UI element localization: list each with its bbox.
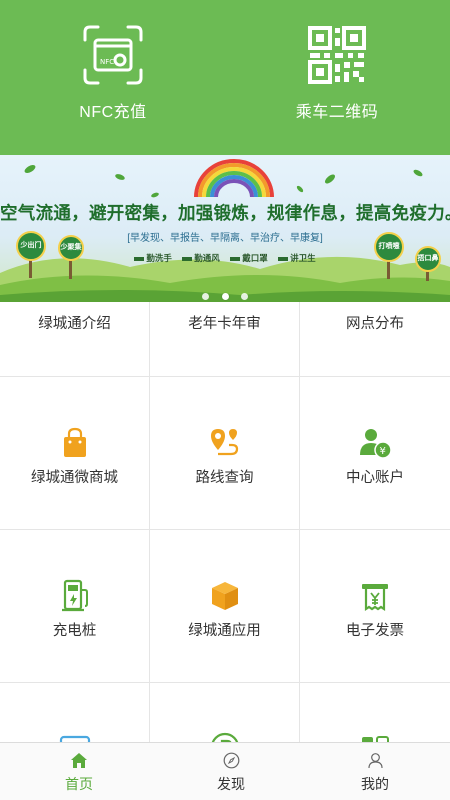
grid-item-label: 老年卡年审 — [188, 316, 261, 332]
grid-item-label: 绿城通应用 — [188, 623, 261, 639]
box-icon — [211, 582, 238, 610]
ride-qr-button[interactable]: 乘车二维码 — [267, 24, 407, 134]
apps-icon — [362, 736, 389, 742]
grid-item-label: 网点分布 — [346, 316, 404, 332]
charging-pile-icon — [61, 579, 88, 612]
qr-code-icon — [308, 26, 366, 84]
tab-mine-label: 我的 — [361, 776, 389, 792]
svg-text:¥: ¥ — [380, 446, 386, 457]
grid-item-label: 绿城通微商城 — [31, 470, 118, 486]
svg-text:NFC: NFC — [100, 58, 114, 66]
tab-mine[interactable]: 我的 — [300, 743, 450, 800]
carousel-indicator — [0, 287, 450, 302]
grid-item-charging-pile[interactable]: 充电桩 — [0, 530, 150, 683]
tab-home[interactable]: 首页 — [4, 743, 154, 800]
banner-slogan: 空气流通，避开密集，加强锻炼，规律作息，提高免疫力。 — [0, 203, 450, 223]
card-icon — [59, 735, 90, 742]
carousel-dot-active[interactable] — [221, 293, 229, 300]
banner-tips: 勤洗手 勤通风 戴口罩 讲卫生 — [0, 252, 450, 264]
tip-item: 讲卫生 — [278, 253, 316, 263]
grid-item-label: 路线查询 — [195, 470, 254, 486]
grid-item-card[interactable] — [0, 683, 150, 742]
grid-item-lvchengtong-intro[interactable]: 绿城通介绍 — [0, 302, 150, 377]
tab-discover[interactable]: 发现 — [156, 743, 306, 800]
account-icon: ¥ — [360, 429, 392, 459]
compass-icon — [223, 752, 239, 769]
invoice-icon — [362, 584, 388, 612]
grid-item-center-account[interactable]: ¥ 中心账户 — [300, 377, 450, 530]
promo-banner[interactable]: 少出门 少聚集 打喷嚏 捂口鼻 空气流通，避开密集，加强锻炼，规律作息，提高免疫… — [0, 155, 450, 302]
grid-item-label: 充电桩 — [52, 623, 97, 639]
banner-subtitle: [早发现、早报告、早隔离、早治疗、早康复] — [127, 233, 323, 244]
shopping-bag-icon — [63, 427, 86, 457]
grid-item-parking[interactable] — [150, 683, 300, 742]
carousel-dot[interactable] — [240, 293, 248, 300]
top-header: NFC NFC充值 乘车二维码 — [0, 0, 450, 155]
carousel-dot[interactable] — [202, 293, 210, 300]
tip-item: 勤洗手 — [134, 253, 172, 263]
grid-item-label: 绿城通介绍 — [38, 316, 111, 332]
grid-item-outlets[interactable]: 网点分布 — [300, 302, 450, 377]
parking-icon — [211, 732, 238, 742]
tab-discover-label: 发现 — [217, 776, 245, 792]
grid-item-label: 电子发票 — [346, 623, 404, 639]
tab-home-label: 首页 — [65, 776, 93, 792]
grid-item-elder-card-review[interactable]: 老年卡年审 — [150, 302, 300, 377]
route-icon — [210, 429, 238, 456]
grid-item-e-invoice[interactable]: 电子发票 — [300, 530, 450, 683]
grid-item-label: 中心账户 — [346, 470, 404, 486]
nfc-recharge-label: NFC充值 — [79, 104, 147, 121]
user-icon — [367, 753, 383, 769]
grid-item-lvchengtong-apps[interactable]: 绿城通应用 — [150, 530, 300, 683]
tip-item: 戴口罩 — [230, 253, 268, 263]
grid-item-route-query[interactable]: 路线查询 — [150, 377, 300, 530]
home-icon — [71, 753, 87, 768]
bottom-tab-bar: 首页 发现 我的 — [0, 742, 450, 800]
tip-item: 勤通风 — [182, 253, 220, 263]
ride-qr-label: 乘车二维码 — [295, 104, 379, 121]
grid-item-apps[interactable] — [300, 683, 450, 742]
nfc-icon: NFC — [83, 25, 143, 85]
service-grid: 绿城通介绍 老年卡年审 网点分布 绿城通微商城 路线查询 ¥ 中心账户 充电桩 … — [0, 302, 450, 742]
grid-item-mall[interactable]: 绿城通微商城 — [0, 377, 150, 530]
nfc-recharge-button[interactable]: NFC NFC充值 — [43, 24, 183, 134]
